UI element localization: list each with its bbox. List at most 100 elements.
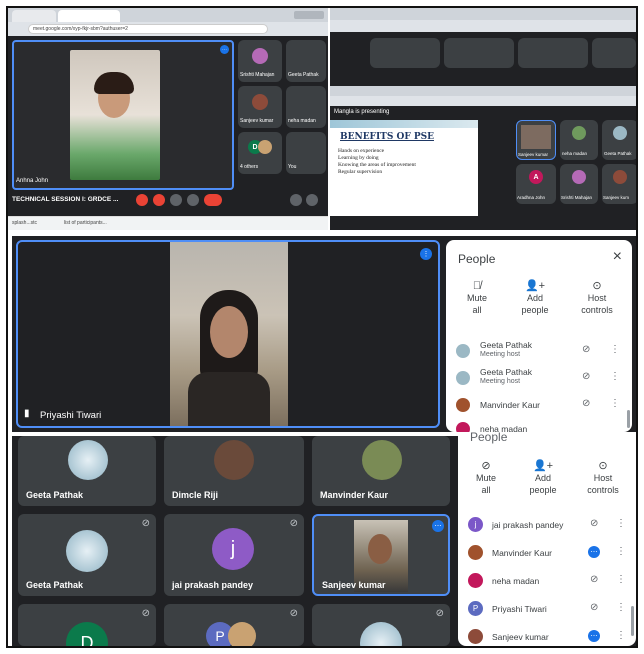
participant-tile[interactable]: ⊘ bbox=[312, 604, 450, 646]
avatar: P bbox=[468, 601, 483, 616]
avatar bbox=[456, 371, 470, 385]
speaker-video bbox=[170, 242, 288, 426]
panel-title: People bbox=[458, 252, 496, 266]
mic-off-icon: ⊘ bbox=[582, 344, 591, 355]
person-face bbox=[368, 534, 392, 564]
people-row[interactable]: Geeta Pathak Meeting host ⊘ ⋮ bbox=[456, 340, 626, 362]
people-row[interactable]: Manvinder Kaur ⋯ ⋮ bbox=[468, 544, 628, 562]
participant-name: Geeta Pathak bbox=[26, 490, 84, 500]
action-label: Mute all bbox=[475, 473, 496, 495]
close-icon[interactable]: × bbox=[613, 248, 622, 266]
download-item[interactable]: splash...stc bbox=[12, 220, 37, 226]
participant-tile[interactable]: A Aradhna John bbox=[516, 164, 556, 204]
toggle-icon: ⊙ bbox=[592, 280, 602, 292]
person-name: Sanjeev kumar bbox=[492, 632, 549, 642]
people-row[interactable]: P Priyashi Tiwari ⊘ ⋮ bbox=[468, 600, 628, 618]
participant-tile[interactable]: Geeta Pathak bbox=[602, 120, 636, 160]
participant-name: Geeta Pathak bbox=[604, 151, 632, 156]
address-row: meet.google.com/xyp-fkjr-sbm?authuser=2 bbox=[8, 22, 328, 36]
more-options-icon[interactable]: ⋮ bbox=[616, 602, 626, 613]
more-options-icon[interactable]: ⋮ bbox=[616, 574, 626, 585]
people-row[interactable]: Sanjeev kumar ⋯ ⋮ bbox=[468, 628, 628, 646]
scrollbar[interactable] bbox=[631, 606, 634, 636]
people-panel-bottom: People ⊘ Mute all 👤+ Add people ⊙ Host c… bbox=[458, 430, 636, 646]
people-icon[interactable] bbox=[306, 194, 318, 206]
scrollbar[interactable] bbox=[627, 410, 630, 428]
participant-tile-geeta[interactable]: Geeta Pathak bbox=[286, 40, 326, 82]
participant-name: jai prakash pandey bbox=[172, 580, 254, 590]
add-people-button[interactable]: 👤+ Add people bbox=[518, 460, 568, 504]
participant-tile[interactable]: Sanjeev kum bbox=[602, 164, 636, 204]
participant-tile-sanjeev[interactable]: ⋯ Sanjeev kumar bbox=[312, 514, 450, 596]
mic-button[interactable] bbox=[136, 194, 148, 206]
host-controls-button[interactable]: ⊙ Host controls bbox=[576, 460, 630, 504]
more-options-icon[interactable]: ⋮ bbox=[616, 546, 626, 557]
address-bar[interactable]: meet.google.com/xyp-fkjr-sbm?authuser=2 bbox=[28, 24, 268, 34]
participant-name: Manvinder Kaur bbox=[320, 490, 389, 500]
panel-title: People bbox=[470, 430, 508, 444]
participant-tile-jai[interactable]: j jai prakash pandey ⊘ bbox=[164, 514, 304, 596]
people-row[interactable]: Manvinder Kaur ⊘ ⋮ bbox=[456, 396, 626, 414]
participant-tile[interactable]: P ⊘ bbox=[164, 604, 304, 646]
window-controls[interactable] bbox=[294, 11, 324, 19]
tile[interactable] bbox=[444, 38, 514, 68]
slide-bullet: Regular supervision bbox=[338, 169, 383, 175]
self-video-tile[interactable]: Anhna John ⋯ bbox=[12, 40, 234, 190]
participant-tile-dimcle[interactable]: Dimcle Riji bbox=[164, 436, 304, 506]
present-button[interactable] bbox=[187, 194, 199, 206]
people-row[interactable]: j jai prakash pandey ⊘ ⋮ bbox=[468, 516, 628, 534]
mic-off-icon: ⊘ bbox=[289, 608, 298, 619]
url-text: meet.google.com/xyp-fkjr-sbm?authuser=2 bbox=[33, 26, 128, 32]
participant-video bbox=[521, 125, 551, 149]
audio-indicator-icon: ⋮ bbox=[420, 248, 432, 260]
participant-name: Geeta Pathak bbox=[26, 580, 84, 590]
pin-icon[interactable]: ▮ bbox=[24, 408, 30, 419]
participant-name: neha madan bbox=[562, 151, 588, 156]
more-options-icon[interactable]: ⋮ bbox=[616, 518, 626, 529]
avatar bbox=[613, 170, 627, 184]
participant-tile-neha[interactable]: neha madan bbox=[286, 86, 326, 128]
browser-tab-bar bbox=[330, 8, 636, 20]
participant-tile[interactable]: D ⊘ bbox=[18, 604, 156, 646]
participant-name: Geeta Pathak bbox=[288, 72, 319, 78]
mute-all-button[interactable]: 🎙̸ Mute all bbox=[452, 280, 502, 324]
participant-tile-manvinder[interactable]: Manvinder Kaur bbox=[312, 436, 450, 506]
info-icon[interactable] bbox=[290, 194, 302, 206]
person-name: Geeta Pathak bbox=[480, 340, 532, 350]
browser-tab-bar bbox=[8, 8, 328, 22]
browser-tab-active[interactable] bbox=[58, 10, 120, 22]
people-row[interactable]: Geeta Pathak Meeting host ⊘ ⋮ bbox=[456, 367, 626, 389]
captions-button[interactable] bbox=[170, 194, 182, 206]
participant-tile-you[interactable]: You bbox=[286, 132, 326, 174]
participant-tile[interactable]: Srishti Mahajan bbox=[560, 164, 598, 204]
participant-tile[interactable]: neha madan bbox=[560, 120, 598, 160]
more-options-icon[interactable]: ⋮ bbox=[616, 630, 626, 641]
participant-tile[interactable]: Sanjeev kumar bbox=[516, 120, 556, 160]
more-options-icon[interactable]: ⋯ bbox=[432, 520, 444, 532]
more-options-icon[interactable]: ⋮ bbox=[610, 398, 620, 409]
add-people-button[interactable]: 👤+ Add people bbox=[510, 280, 560, 324]
participant-tile-others[interactable]: D 4 others bbox=[238, 132, 282, 174]
slide-banner bbox=[330, 120, 478, 128]
participant-tile-geeta-2[interactable]: Geeta Pathak ⊘ bbox=[18, 514, 156, 596]
add-person-icon: 👤+ bbox=[524, 280, 546, 292]
download-item[interactable]: list of participants... bbox=[64, 220, 107, 226]
end-call-button[interactable] bbox=[204, 194, 222, 206]
tile[interactable] bbox=[518, 38, 588, 68]
mute-all-button[interactable]: ⊘ Mute all bbox=[462, 460, 510, 504]
camera-button[interactable] bbox=[153, 194, 165, 206]
tile[interactable] bbox=[370, 38, 440, 68]
person-hair bbox=[94, 72, 134, 94]
more-options-icon[interactable]: ⋮ bbox=[610, 371, 620, 382]
people-row[interactable]: neha madan ⊘ ⋮ bbox=[468, 572, 628, 590]
participant-tile-sanjeev[interactable]: Sanjeev kumar bbox=[238, 86, 282, 128]
host-controls-button[interactable]: ⊙ Host controls bbox=[570, 280, 624, 324]
tile[interactable] bbox=[592, 38, 636, 68]
browser-tab[interactable] bbox=[12, 10, 56, 22]
more-options-icon[interactable]: ⋯ bbox=[220, 45, 229, 54]
more-options-icon[interactable]: ⋮ bbox=[610, 344, 620, 355]
participant-tile-srishti[interactable]: Srishti Mahajan bbox=[238, 40, 282, 82]
speaker-video-tile[interactable]: ⋮ ▮ Priyashi Tiwari bbox=[16, 240, 440, 428]
people-panel: People × 🎙̸ Mute all 👤+ Add people ⊙ Hos… bbox=[446, 240, 632, 432]
participant-tile-geeta[interactable]: Geeta Pathak bbox=[18, 436, 156, 506]
